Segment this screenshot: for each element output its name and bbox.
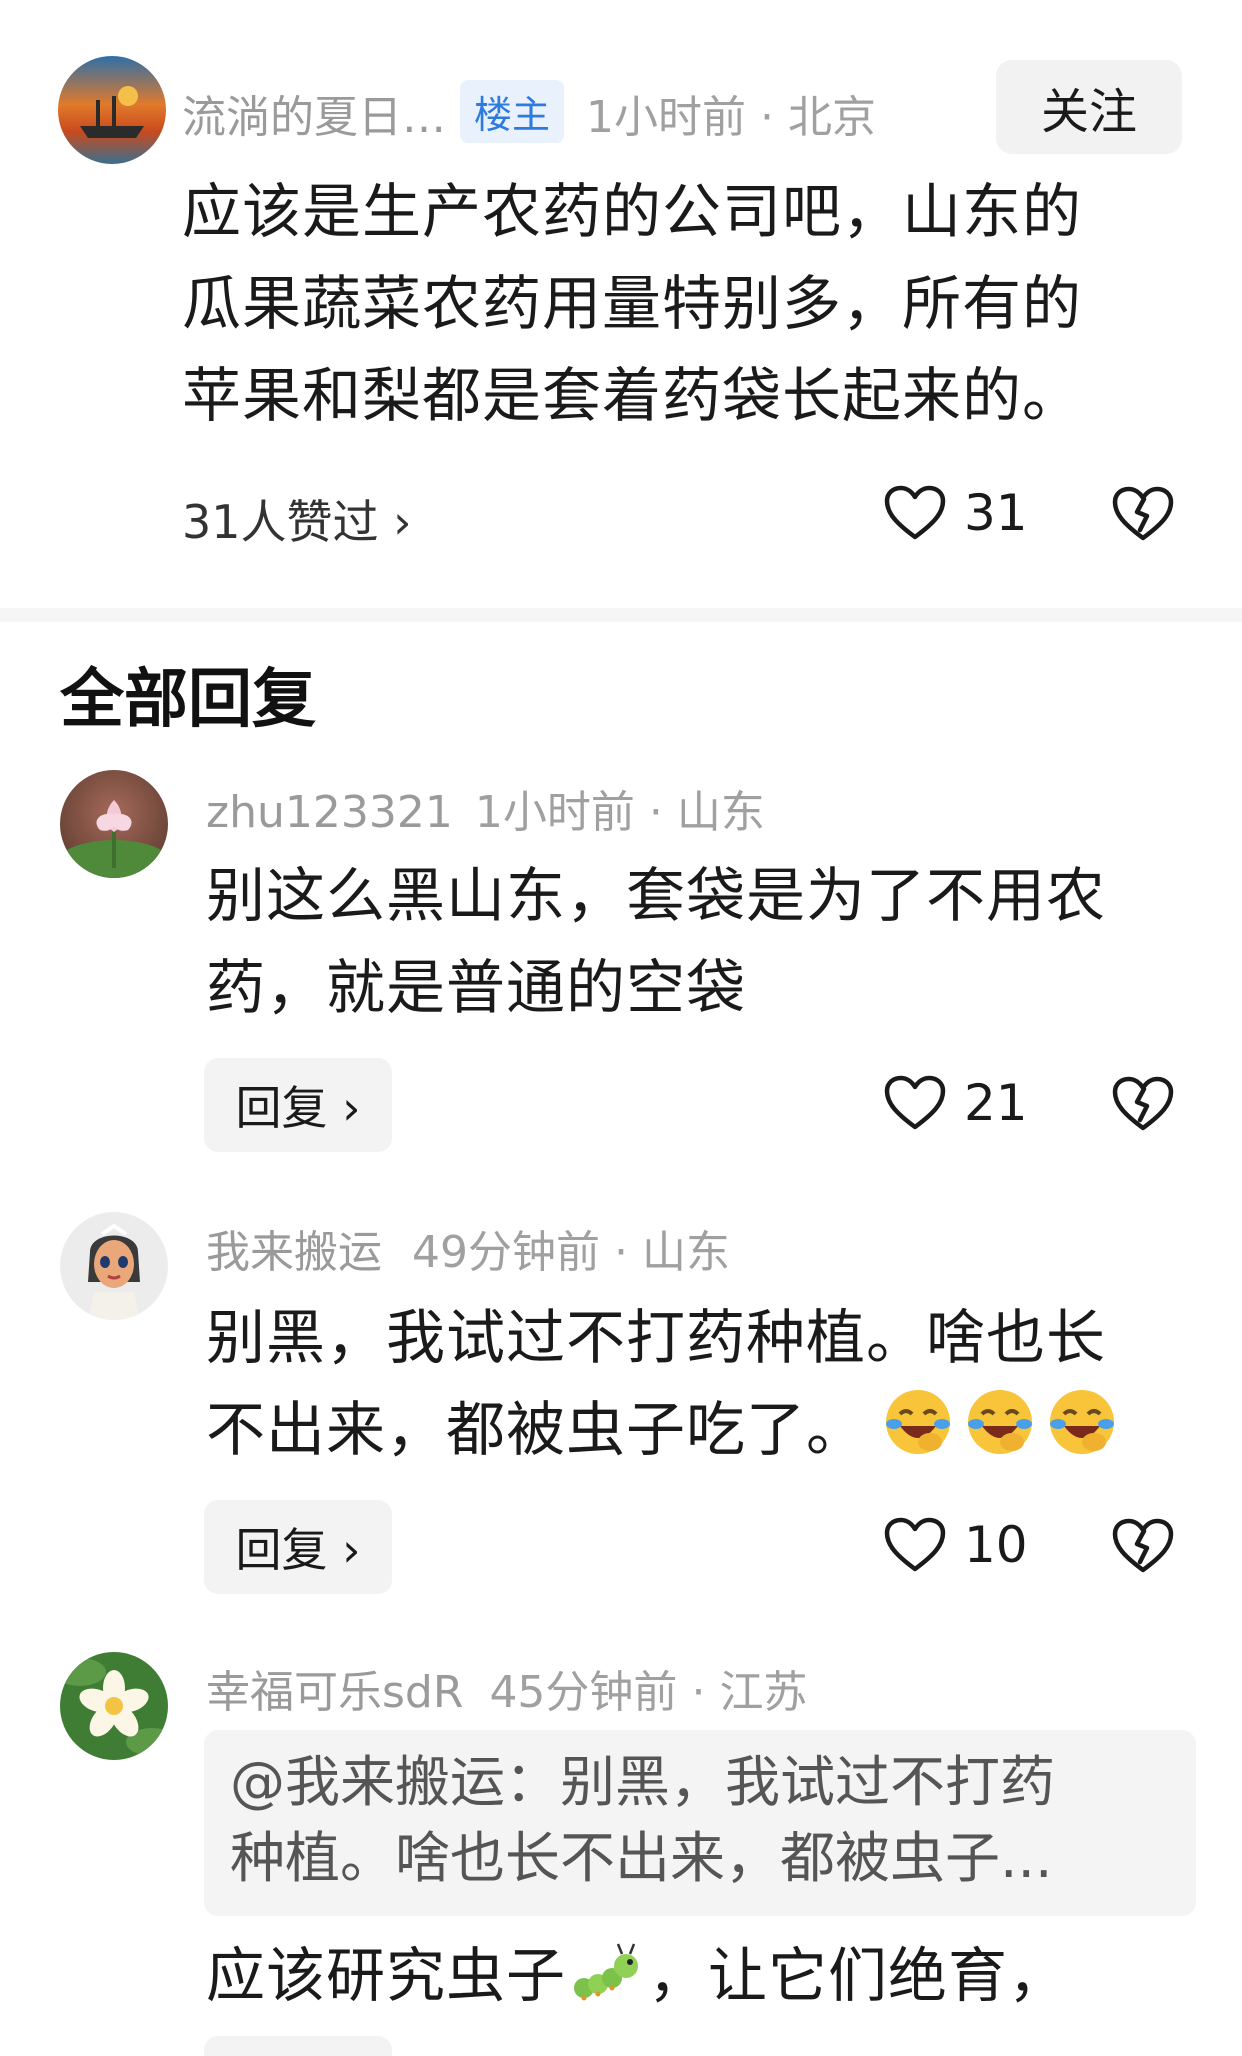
reply-location: 山东 [676,787,765,838]
post-meta: 流淌的夏日… 楼主 1小时前 · 北京 [182,80,876,145]
reply-location: 江苏 [719,1667,808,1718]
reply-location: 山东 [642,1227,730,1278]
reply-line: 不出来，都被虫子吃了。 [206,1384,1120,1486]
post-line: 应该是生产农药的公司吧，山东的 [182,177,1083,246]
likes-summary-link[interactable]: 31人赞过 › [182,486,412,552]
post-author-name[interactable]: 流淌的夏日… [182,92,446,143]
post-line: 瓜果蔬菜农药用量特别多，所有的 [182,269,1083,338]
section-divider [0,608,1242,622]
meta-separator: · [648,787,663,838]
post-body: 应该是生产农药的公司吧，山东的 瓜果蔬菜农药用量特别多，所有的 苹果和梨都是套着… [182,166,1082,442]
reply-body: 应该研究虫子 ，让它们绝育， [206,1930,1068,2032]
post-like-button[interactable]: 31 [884,484,1028,542]
reply-author-avatar[interactable] [60,1652,168,1760]
reply-meta: zhu123321 1小时前 · 山东 [206,776,765,840]
reply-like-count: 10 [964,1516,1028,1574]
meta-separator: · [614,1227,628,1278]
quote-line: @我来搬运：别黑，我试过不打药 [230,1750,1056,1814]
reply-author-avatar[interactable] [60,1212,168,1320]
reply-time: 1小时前 [474,787,635,838]
reply-dislike-button[interactable] [1112,1518,1174,1574]
heart-outline-icon [884,1075,946,1131]
reply-line-text: 不出来，都被虫子吃了。 [206,1395,867,1464]
broken-heart-icon [1112,1076,1174,1132]
rolling-laughing-emoji [1044,1384,1120,1486]
reply-body: 别黑，我试过不打药种植。啥也长 不出来，都被虫子吃了。 [206,1292,1120,1486]
meta-separator: · [760,92,775,143]
post-line: 苹果和梨都是套着药袋长起来的。 [182,361,1083,430]
rolling-laughing-emoji [880,1384,956,1486]
reply-button[interactable] [204,2036,392,2056]
quote-line: 种植。啥也长不出来，都被虫子... [230,1826,1053,1890]
reply-like-button[interactable]: 10 [884,1516,1028,1574]
post-time: 1小时前 [586,92,747,143]
post-like-count: 31 [964,484,1028,542]
reply-line: 药，就是普通的空袋 [206,953,747,1022]
rolling-laughing-emoji [962,1384,1038,1486]
reply-meta: 幸福可乐sdR 45分钟前 · 江苏 [206,1656,807,1720]
post-dislike-button[interactable] [1112,486,1174,542]
caterpillar-emoji [570,1940,644,2032]
reply-body: 别这么黑山东，套袋是为了不用农 药，就是普通的空袋 [206,850,1106,1034]
reply-author-name[interactable]: zhu123321 [206,787,453,838]
broken-heart-icon [1112,1518,1174,1574]
post-author-avatar[interactable] [58,56,166,164]
reply-button[interactable]: 回复 › [204,1500,392,1594]
heart-outline-icon [884,485,946,541]
reply-meta: 我来搬运 49分钟前 · 山东 [206,1216,730,1280]
reply-author-name[interactable]: 幸福可乐sdR [206,1667,463,1718]
reply-author-name[interactable]: 我来搬运 [206,1227,382,1278]
reply-text: 应该研究虫子 [206,1941,567,2010]
heart-outline-icon [884,1517,946,1573]
reply-time: 49分钟前 [412,1227,600,1278]
reply-line: 别黑，我试过不打药种植。啥也长 [206,1303,1107,1372]
broken-heart-icon [1112,486,1174,542]
post-location: 北京 [788,92,877,143]
quoted-reply[interactable]: @我来搬运：别黑，我试过不打药 种植。啥也长不出来，都被虫子... [204,1730,1196,1916]
reply-line: 别这么黑山东，套袋是为了不用农 [206,861,1107,930]
reply-like-count: 21 [964,1074,1028,1132]
reply-text: ，让它们绝育， [648,1941,1069,2010]
op-badge: 楼主 [460,80,565,143]
reply-time: 45分钟前 [489,1667,678,1718]
meta-separator: · [691,1667,706,1718]
reply-author-avatar[interactable] [60,770,168,878]
follow-button[interactable]: 关注 [996,60,1182,154]
reply-dislike-button[interactable] [1112,1076,1174,1132]
reply-button[interactable]: 回复 › [204,1058,392,1152]
section-title: 全部回复 [60,663,316,737]
reply-like-button[interactable]: 21 [884,1074,1028,1132]
